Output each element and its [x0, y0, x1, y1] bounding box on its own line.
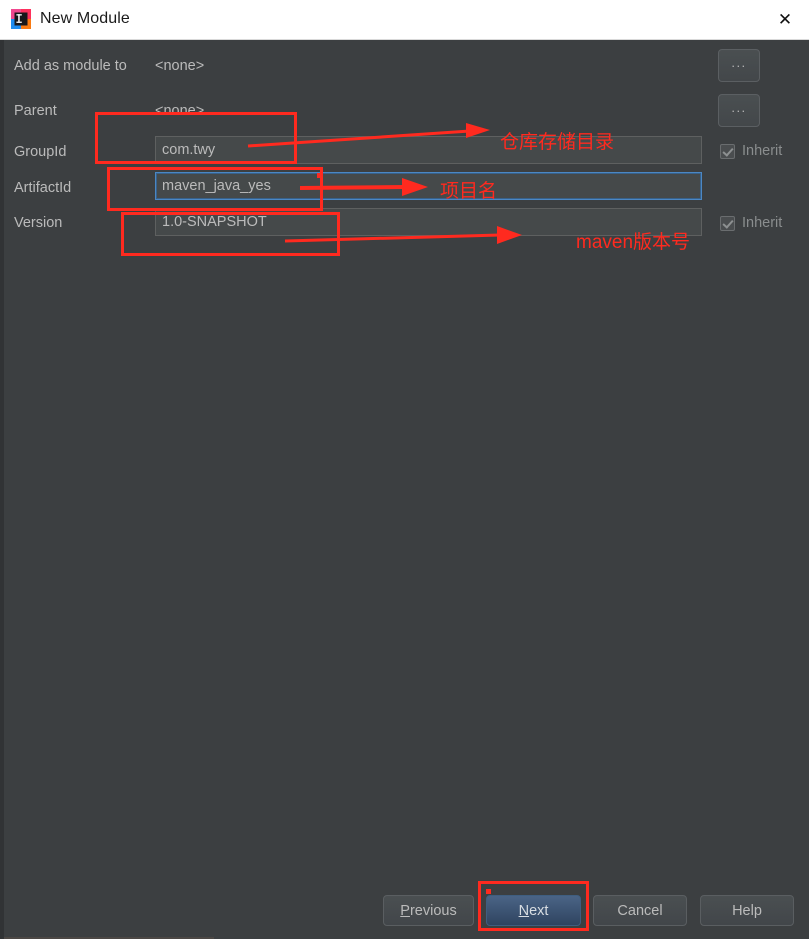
artifact-id-annotation-text: 项目名: [440, 181, 498, 202]
add-as-module-to-value[interactable]: <none>: [155, 58, 204, 74]
checkmark-icon: [720, 143, 735, 159]
add-as-module-to-browse-button[interactable]: ...: [718, 49, 760, 82]
next-mnemonic: N: [518, 902, 530, 919]
artifact-id-label: ArtifactId: [14, 180, 72, 196]
next-annotation-dot: [486, 889, 491, 894]
previous-button[interactable]: Previous: [383, 895, 474, 926]
dialog-content: Add as module to <none> ... Parent <none…: [0, 40, 809, 939]
new-module-dialog: New Module ✕ Add as module to <none> ...…: [0, 0, 809, 939]
help-button[interactable]: Help: [700, 895, 794, 926]
checkmark-icon: [720, 215, 735, 231]
left-edge-strip: [0, 40, 4, 939]
version-annotation-text: maven版本号: [576, 232, 691, 253]
add-as-module-to-label: Add as module to: [14, 58, 127, 74]
group-id-input[interactable]: [155, 136, 702, 164]
artifact-id-input[interactable]: [155, 172, 702, 200]
cancel-button[interactable]: Cancel: [593, 895, 687, 926]
group-id-label: GroupId: [14, 144, 67, 160]
group-id-inherit-checkbox[interactable]: Inherit: [720, 143, 782, 159]
window-title: New Module: [40, 10, 130, 27]
intellij-idea-icon: [11, 9, 31, 29]
next-label-rest: ext: [529, 902, 549, 919]
window-titlebar: New Module ✕: [0, 0, 809, 40]
close-icon[interactable]: ✕: [761, 0, 809, 39]
parent-label: Parent: [14, 103, 57, 119]
version-label: Version: [14, 215, 63, 231]
version-inherit-label: Inherit: [742, 215, 783, 231]
group-id-annotation-text: 仓库存储目录: [500, 132, 615, 153]
previous-mnemonic: P: [400, 902, 410, 919]
version-inherit-checkbox[interactable]: Inherit: [720, 215, 782, 231]
next-button[interactable]: Next: [486, 895, 581, 926]
parent-value[interactable]: <none>: [155, 103, 204, 119]
parent-browse-button[interactable]: ...: [718, 94, 760, 127]
artifact-annotation-dot: [317, 173, 322, 178]
group-id-inherit-label: Inherit: [742, 143, 783, 159]
previous-label-rest: revious: [409, 902, 457, 919]
